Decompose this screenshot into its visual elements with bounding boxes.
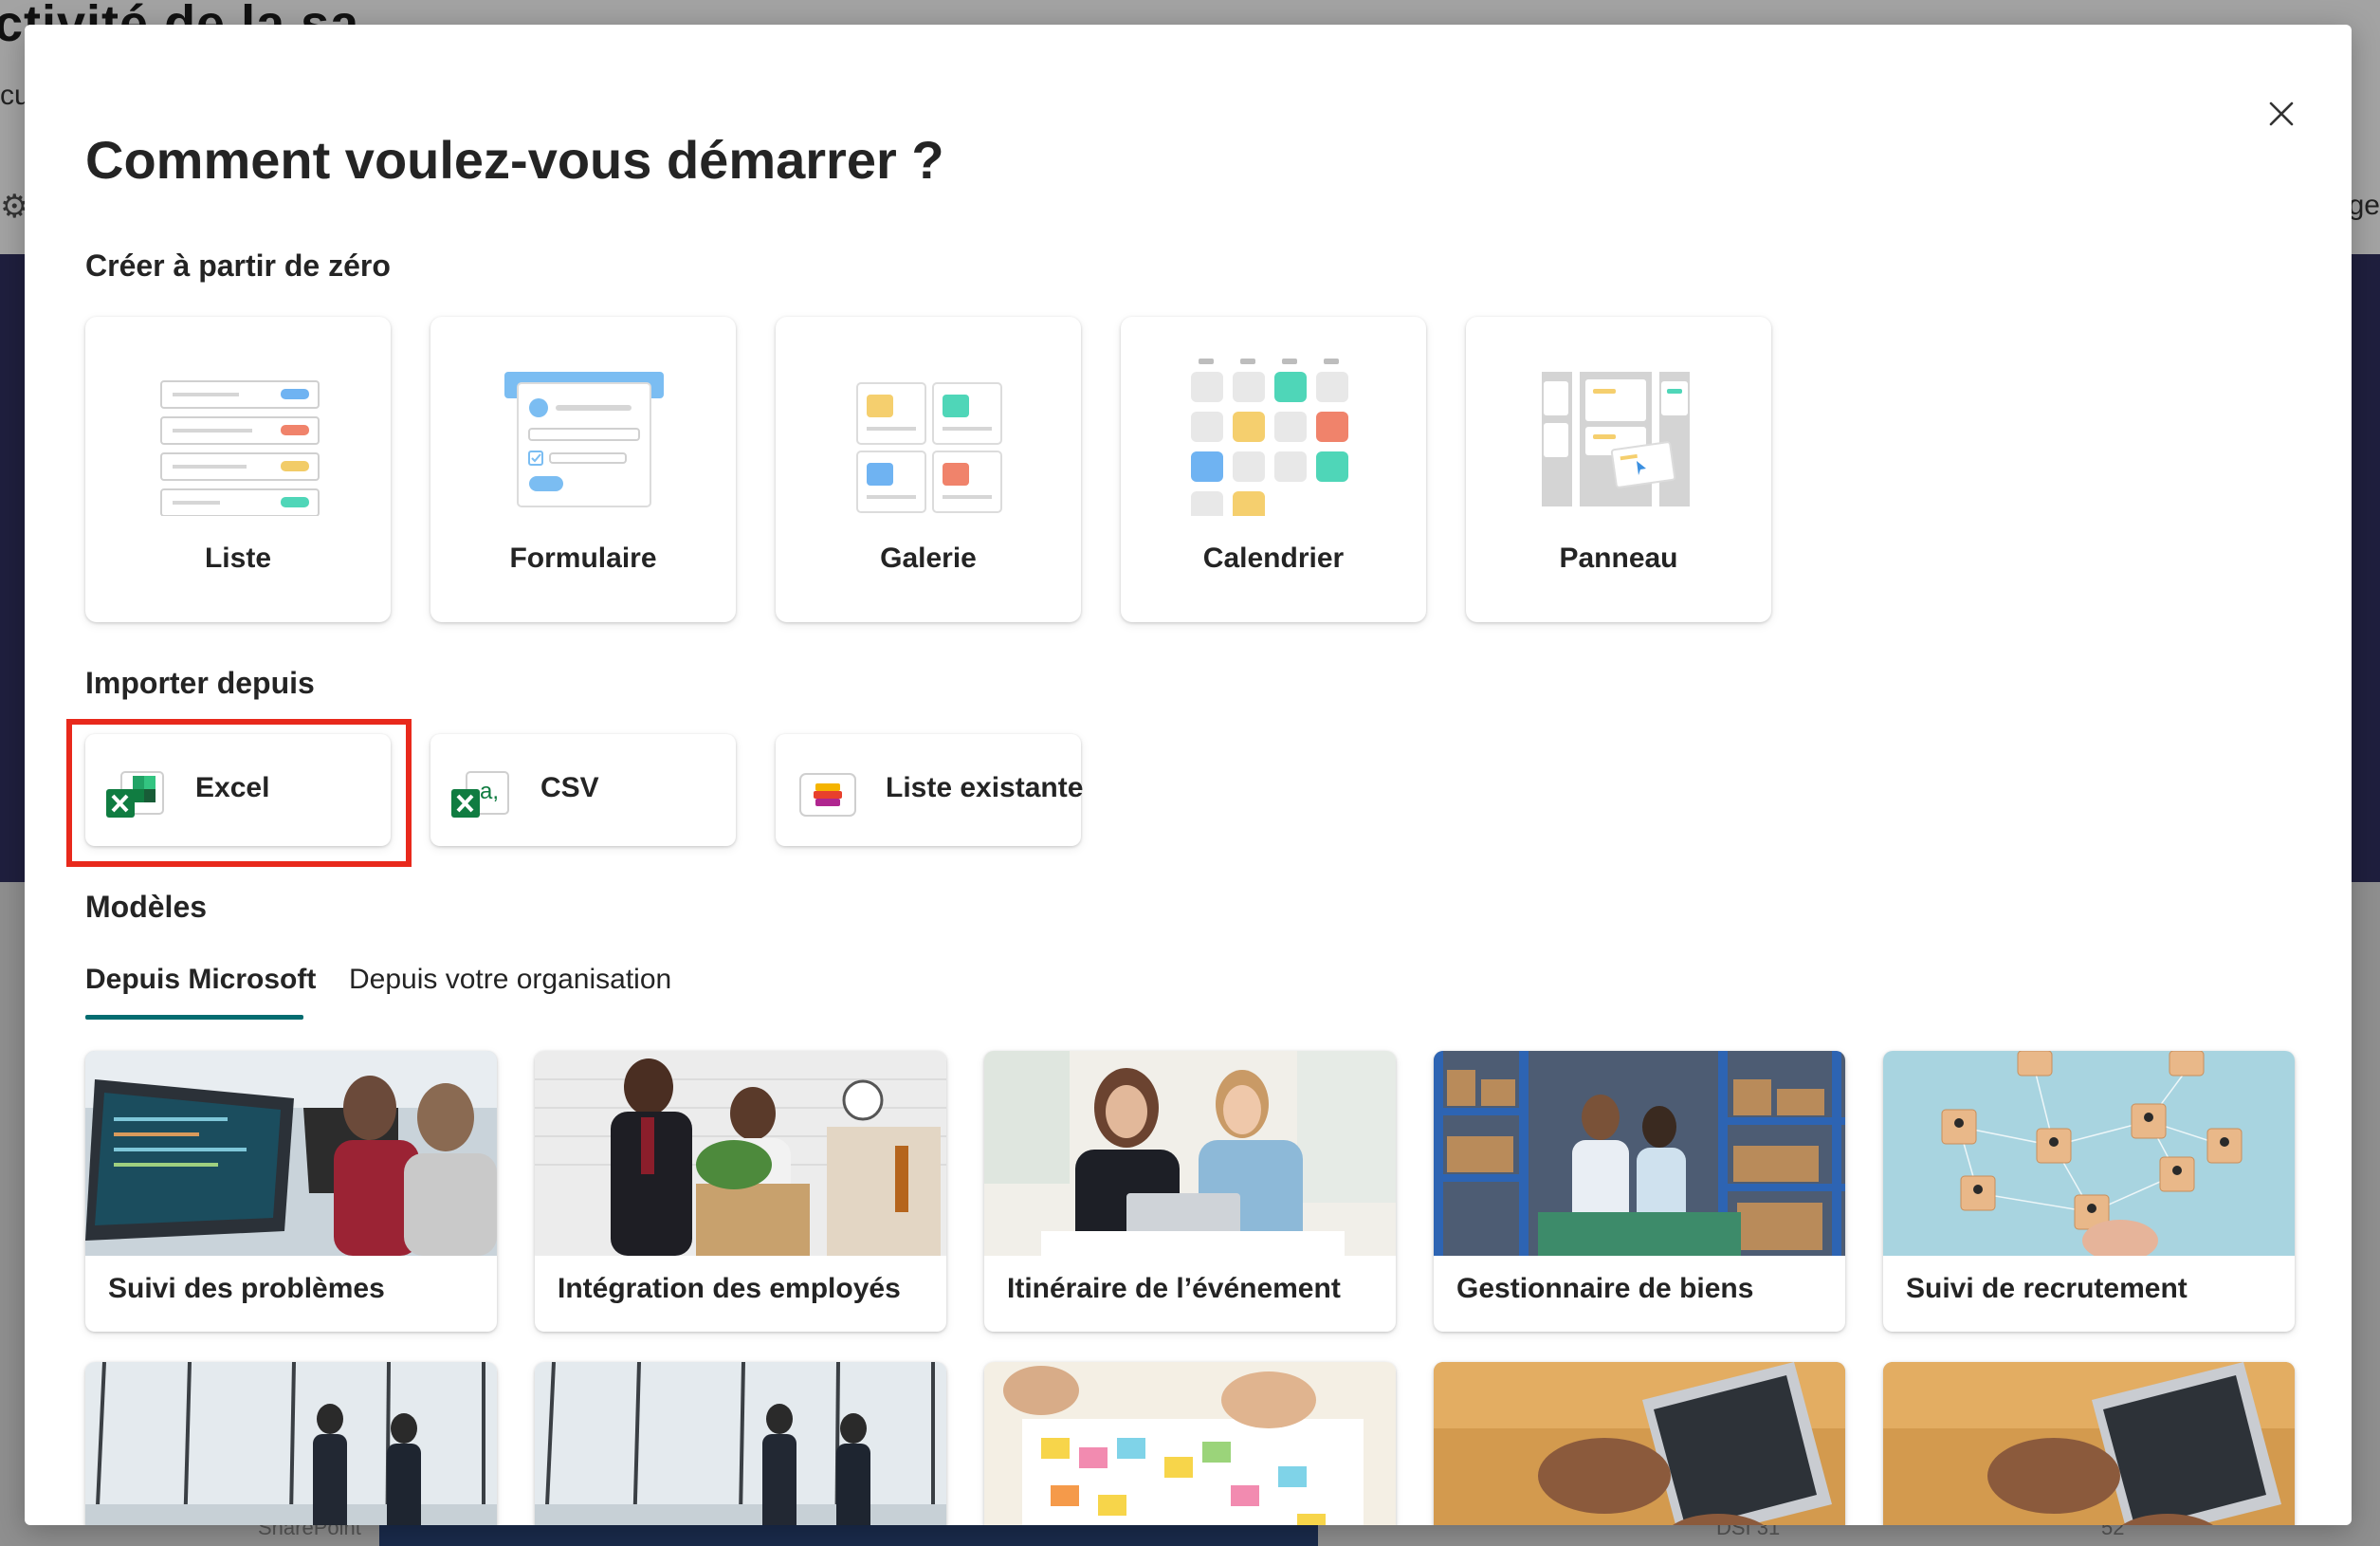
import-existing-list-button[interactable]: Liste existante (776, 734, 1084, 846)
hands-on-laptop-image (1434, 1362, 1845, 1525)
template-card-label: Itinéraire de l’événement (1007, 1273, 1341, 1304)
dialog-title: Comment voulez-vous démarrer ? (85, 130, 944, 190)
tile-label: Formulaire (509, 543, 657, 574)
tile-gallery[interactable]: Galerie (776, 317, 1081, 622)
template-card[interactable] (85, 1362, 497, 1525)
template-card[interactable] (535, 1362, 946, 1525)
board-illustration-icon (1542, 372, 1690, 506)
csv-icon: a, (451, 771, 509, 818)
template-card-recruitment-tracker[interactable]: Suivi de recrutement (1883, 1051, 2295, 1332)
template-card[interactable] (1883, 1362, 2295, 1525)
template-card-label: Suivi des problèmes (108, 1273, 385, 1304)
gallery-illustration-icon (856, 382, 1002, 513)
template-card-issue-tracker[interactable]: Suivi des problèmes (85, 1051, 497, 1332)
tile-label: Liste (204, 543, 272, 574)
close-button[interactable] (2259, 91, 2304, 137)
tile-label: Galerie (880, 543, 977, 574)
import-heading: Importer depuis (85, 666, 315, 700)
tile-list[interactable]: Liste (85, 317, 391, 622)
background-right-text: ge (2348, 190, 2380, 221)
airport-travelers-image (85, 1362, 497, 1525)
tile-label: Calendrier (1202, 543, 1345, 574)
warehouse-workers-image (1434, 1051, 1845, 1256)
new-employee-welcome-image (535, 1051, 946, 1256)
import-label: Excel (195, 772, 270, 803)
existing-list-icon (799, 773, 856, 817)
calendar-illustration-icon (1191, 359, 1348, 516)
women-at-laptop-image (984, 1051, 1396, 1256)
template-card-label: Intégration des employés (558, 1273, 901, 1304)
tile-calendar[interactable]: Calendrier (1121, 317, 1426, 622)
create-from-scratch-heading: Créer à partir de zéro (85, 248, 391, 283)
airport-travelers-image (535, 1362, 946, 1525)
tile-board[interactable]: Panneau (1466, 317, 1771, 622)
import-label: CSV (540, 772, 599, 803)
svg-text:a,: a, (480, 779, 499, 804)
tile-form[interactable]: Formulaire (430, 317, 736, 622)
template-card[interactable] (1434, 1362, 1845, 1525)
close-icon (2269, 101, 2294, 126)
tab-from-organization[interactable]: Depuis votre organisation (349, 964, 671, 996)
tab-from-microsoft[interactable]: Depuis Microsoft (85, 964, 316, 996)
form-illustration-icon (504, 372, 664, 507)
template-card-label: Suivi de recrutement (1906, 1273, 2188, 1304)
import-label: Liste existante (886, 772, 1084, 803)
template-card-employee-onboarding[interactable]: Intégration des employés (535, 1051, 946, 1332)
developers-at-monitors-image (85, 1051, 497, 1256)
tile-label: Panneau (1559, 543, 1678, 574)
create-list-dialog: Comment voulez-vous démarrer ? Créer à p… (25, 25, 2352, 1525)
template-card[interactable] (984, 1362, 1396, 1525)
import-excel-button[interactable]: Excel (85, 734, 391, 846)
excel-icon (106, 771, 164, 818)
import-csv-button[interactable]: a, CSV (430, 734, 736, 846)
template-card-asset-manager[interactable]: Gestionnaire de biens (1434, 1051, 1845, 1332)
active-tab-indicator (85, 1015, 303, 1020)
template-card-label: Gestionnaire de biens (1456, 1273, 1754, 1304)
templates-heading: Modèles (85, 890, 208, 924)
hands-on-laptop-image (1883, 1362, 2295, 1525)
people-network-blocks-image (1883, 1051, 2295, 1256)
sticky-notes-planning-image (984, 1362, 1396, 1525)
template-card-event-itinerary[interactable]: Itinéraire de l’événement (984, 1051, 1396, 1332)
list-illustration-icon (160, 380, 320, 516)
